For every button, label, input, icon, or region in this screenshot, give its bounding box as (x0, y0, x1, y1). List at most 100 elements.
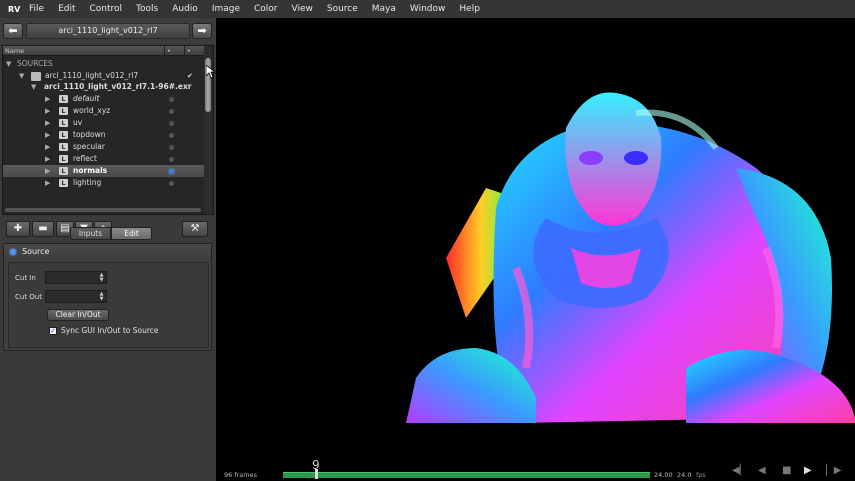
collapse-triangle-icon[interactable]: ▶ (45, 141, 50, 153)
file-node-row[interactable]: ▼ arci_1110_light_v012_rl7.1-96#.exr (3, 81, 205, 93)
collapse-triangle-icon[interactable]: ▶ (45, 105, 50, 117)
menu-tools[interactable]: Tools (129, 0, 165, 18)
normals-render-image (406, 92, 855, 423)
cut-out-label: Cut Out (15, 293, 42, 301)
layer-label: world_xyz (73, 106, 111, 115)
layer-status-dot-icon[interactable] (169, 133, 174, 138)
menu-source[interactable]: Source (320, 0, 365, 18)
menu-view[interactable]: View (285, 0, 320, 18)
menu-file[interactable]: File (22, 0, 51, 18)
layer-icon: L (59, 107, 68, 115)
forward-arrow-icon[interactable]: ➡ (192, 23, 212, 39)
layer-row-lighting[interactable]: ▶ L lighting (3, 177, 205, 189)
source-tree[interactable]: Name • • ▼ SOURCES ▼ arci_1110_light_v01… (2, 45, 214, 215)
fps-unit: fps (696, 471, 706, 479)
layer-status-dot-icon[interactable] (169, 157, 174, 162)
collapse-triangle-icon[interactable]: ▶ (45, 165, 50, 177)
collapse-triangle-icon[interactable]: ▶ (45, 177, 50, 189)
layer-status-dot-icon[interactable] (169, 121, 174, 126)
tree-horizontal-scrollbar[interactable] (5, 208, 201, 212)
layer-icon: L (59, 95, 68, 103)
layer-label: reflect (73, 154, 97, 163)
menu-edit[interactable]: Edit (51, 0, 82, 18)
layer-row-reflect[interactable]: ▶ L reflect (3, 153, 205, 165)
image-viewport[interactable] (216, 18, 855, 481)
layer-row-default[interactable]: ▶ L default (3, 93, 205, 105)
rv-logo: RV (8, 4, 21, 14)
source-file-icon (31, 72, 41, 81)
layer-status-dot-icon[interactable] (169, 97, 174, 102)
fps-value: 24.00 (654, 471, 673, 479)
tree-header: Name • • (3, 46, 205, 56)
menu-window[interactable]: Window (403, 0, 453, 18)
menubar: RV File Edit Control Tools Audio Image C… (0, 0, 855, 18)
menu-help[interactable]: Help (452, 0, 487, 18)
skip-end-icon[interactable]: ▏▶ (826, 465, 841, 476)
playhead[interactable] (315, 469, 319, 479)
wrench-icon[interactable]: ⚒ (182, 221, 208, 237)
layer-label: normals (73, 166, 108, 175)
menu-control[interactable]: Control (83, 0, 130, 18)
layer-row-uv[interactable]: ▶ L uv (3, 117, 205, 129)
folder-icon[interactable]: ▬ (32, 221, 54, 237)
mouse-cursor-icon (206, 65, 216, 79)
skip-start-icon[interactable]: ◀▏ (732, 465, 747, 476)
file-node-label: arci_1110_light_v012_rl7.1-96#.exr (44, 82, 192, 91)
collapse-triangle-icon[interactable]: ▶ (45, 117, 50, 129)
sources-group-row[interactable]: ▼ SOURCES (3, 58, 205, 70)
source-panel-header[interactable]: Source (4, 244, 211, 260)
tab-bar: Inputs Edit (70, 227, 152, 241)
source-radio-icon[interactable] (10, 249, 16, 255)
sync-checkbox[interactable]: ✓ (49, 327, 57, 335)
sources-label: SOURCES (17, 59, 53, 68)
cut-in-label: Cut In (15, 274, 36, 282)
back-arrow-icon[interactable]: ⬅ (3, 23, 23, 39)
menu-color[interactable]: Color (247, 0, 285, 18)
layer-icon: L (59, 131, 68, 139)
column-3-header[interactable]: • (185, 46, 205, 56)
expand-triangle-icon[interactable]: ▼ (31, 81, 36, 93)
layer-row-world-xyz[interactable]: ▶ L world_xyz (3, 105, 205, 117)
tab-inputs[interactable]: Inputs (70, 227, 111, 240)
layer-icon: L (59, 167, 68, 175)
expand-triangle-icon[interactable]: ▼ (6, 58, 11, 70)
collapse-triangle-icon[interactable]: ▶ (45, 129, 50, 141)
menu-audio[interactable]: Audio (165, 0, 205, 18)
collapse-triangle-icon[interactable]: ▶ (45, 153, 50, 165)
layer-row-topdown[interactable]: ▶ L topdown (3, 129, 205, 141)
layer-label: default (73, 94, 100, 103)
source-panel-body: Cut In ▲ ▼ Cut Out ▲ ▼ Clear In/Out ✓ Sync… (8, 262, 209, 348)
session-navbar: ⬅ arci_1110_light_v012_rl7 ➡ (0, 18, 216, 44)
column-2-header[interactable]: • (165, 46, 185, 56)
layer-status-dot-icon[interactable] (169, 181, 174, 186)
layer-row-normals[interactable]: ▶ L normals (3, 165, 205, 177)
layer-label: lighting (73, 178, 102, 187)
layer-status-dot-icon[interactable] (169, 109, 174, 114)
play-icon[interactable]: ▶ (804, 465, 812, 476)
add-icon[interactable]: ✚ (6, 221, 30, 237)
name-column-header[interactable]: Name (3, 46, 165, 56)
fps-target[interactable]: 24.0 (677, 471, 691, 479)
source-panel: Source Cut In ▲ ▼ Cut Out ▲ ▼ Clear In/Out… (3, 243, 212, 351)
spinner-arrows-icon[interactable]: ▲ ▼ (98, 273, 105, 283)
source-panel-title: Source (22, 247, 50, 256)
step-back-icon[interactable]: ◀ (758, 465, 766, 476)
session-manager-panel: ⬅ arci_1110_light_v012_rl7 ➡ Name • • ▼ … (0, 18, 216, 481)
clear-in-out-button[interactable]: Clear In/Out (47, 309, 109, 321)
tab-edit[interactable]: Edit (111, 227, 152, 240)
layer-status-dot-icon[interactable] (169, 145, 174, 150)
cut-out-field[interactable]: ▲ ▼ (45, 290, 107, 303)
sync-label: Sync GUI In/Out to Source (61, 326, 159, 335)
spinner-arrows-icon[interactable]: ▲ ▼ (98, 292, 105, 302)
stop-icon[interactable]: ■ (782, 465, 791, 476)
timeline[interactable]: 96 frames 9 24.00 24.0 fps ◀▏ ◀ ■ ▶ ▏▶ (216, 458, 855, 481)
menu-image[interactable]: Image (205, 0, 247, 18)
layer-row-specular[interactable]: ▶ L specular (3, 141, 205, 153)
layer-label: uv (73, 118, 83, 127)
layer-active-dot-icon[interactable] (169, 169, 174, 174)
menu-maya[interactable]: Maya (365, 0, 403, 18)
session-title[interactable]: arci_1110_light_v012_rl7 (26, 23, 190, 39)
cut-in-field[interactable]: ▲ ▼ (45, 271, 107, 284)
collapse-triangle-icon[interactable]: ▶ (45, 93, 50, 105)
timeline-track[interactable] (283, 472, 650, 478)
